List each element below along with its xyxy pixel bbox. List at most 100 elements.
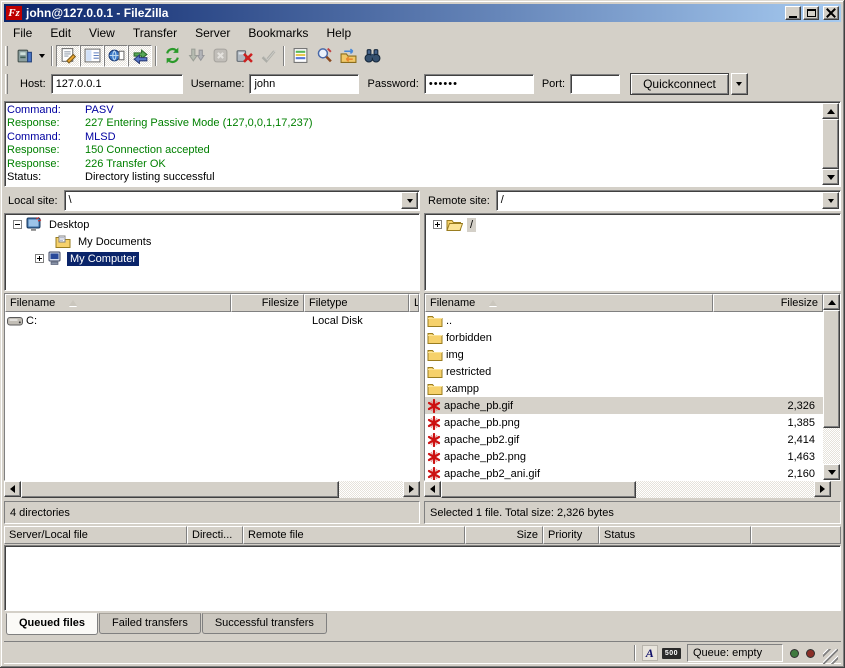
menu-file[interactable]: File (4, 24, 41, 42)
cancel-button[interactable] (208, 45, 232, 67)
column-filesize[interactable]: Filesize (231, 294, 304, 312)
column-last-modified[interactable]: L (409, 294, 419, 312)
tree-item-desktop[interactable]: Desktop (5, 216, 419, 233)
filezilla-window: Fz john@127.0.0.1 - FileZilla File Edit … (0, 0, 845, 668)
scrollbar-track[interactable] (823, 428, 840, 464)
speed-limits-icon[interactable]: 500 (662, 648, 681, 659)
scroll-right-button[interactable] (403, 481, 420, 497)
remote-hscrollbar[interactable] (424, 481, 831, 498)
refresh-button[interactable] (160, 45, 184, 67)
scroll-right-button[interactable] (814, 481, 831, 497)
remote-file-row[interactable]: apache_pb2.png 1,463 (425, 448, 823, 465)
toggle-queue-button[interactable] (128, 45, 152, 67)
disconnect-button[interactable] (232, 45, 256, 67)
scroll-left-button[interactable] (4, 481, 21, 497)
local-hscrollbar[interactable] (4, 481, 420, 498)
local-site-row: Local site: \ (4, 190, 420, 211)
host-input[interactable] (51, 74, 183, 94)
column-remote-file[interactable]: Remote file (243, 526, 465, 544)
column-priority[interactable]: Priority (543, 526, 599, 544)
column-direction[interactable]: Directi... (187, 526, 243, 544)
menu-transfer[interactable]: Transfer (124, 24, 186, 42)
password-input[interactable] (424, 74, 534, 94)
scroll-up-button[interactable] (823, 294, 840, 310)
column-filetype[interactable]: Filetype (304, 294, 409, 312)
scroll-left-button[interactable] (424, 481, 441, 497)
scrollbar-thumb[interactable] (823, 310, 840, 428)
column-status[interactable]: Status (599, 526, 751, 544)
quickconnect-button[interactable]: Quickconnect (630, 73, 729, 95)
remote-file-row[interactable]: apache_pb2.gif 2,414 (425, 431, 823, 448)
menu-server[interactable]: Server (186, 24, 239, 42)
toggle-log-button[interactable] (56, 45, 80, 67)
menu-help[interactable]: Help (317, 24, 360, 42)
local-site-dropdown[interactable] (401, 192, 418, 209)
remote-dir-row[interactable]: xampp (425, 380, 823, 397)
site-manager-dropdown[interactable] (36, 45, 48, 67)
scrollbar-thumb[interactable] (441, 481, 636, 498)
scrollbar-thumb[interactable] (21, 481, 339, 498)
queue-body[interactable] (4, 545, 841, 611)
scrollbar-track[interactable] (339, 481, 403, 498)
menu-edit[interactable]: Edit (41, 24, 80, 42)
expand-icon[interactable] (433, 220, 442, 229)
find-files-button[interactable] (360, 45, 384, 67)
column-server-local-file[interactable]: Server/Local file (4, 526, 187, 544)
remote-site-combobox[interactable]: / (496, 190, 841, 211)
tree-item-my-documents[interactable]: My Documents (5, 233, 419, 250)
scroll-up-button[interactable] (822, 103, 839, 119)
column-filename[interactable]: Filename (5, 294, 231, 312)
scroll-down-button[interactable] (822, 169, 839, 185)
resize-grip[interactable] (823, 649, 838, 664)
username-input[interactable] (249, 74, 359, 94)
remote-vscrollbar[interactable] (823, 294, 840, 480)
remote-dir-row[interactable]: img (425, 346, 823, 363)
column-filesize[interactable]: Filesize (713, 294, 823, 312)
scrollbar-thumb[interactable] (822, 119, 839, 169)
filter-button[interactable] (288, 45, 312, 67)
local-site-combobox[interactable]: \ (64, 190, 420, 211)
toolbar-separator (51, 46, 53, 66)
menu-bookmarks[interactable]: Bookmarks (239, 24, 317, 42)
collapse-icon[interactable] (13, 220, 22, 229)
expand-icon[interactable] (35, 254, 44, 263)
local-file-row[interactable]: C: Local Disk (5, 312, 419, 329)
quickconnect-grip[interactable] (5, 74, 8, 94)
remote-dir-row[interactable]: .. (425, 312, 823, 329)
title-bar[interactable]: Fz john@127.0.0.1 - FileZilla (4, 4, 841, 22)
tab-successful-transfers[interactable]: Successful transfers (202, 613, 327, 634)
synchronized-browsing-button[interactable] (336, 45, 360, 67)
quickconnect-dropdown[interactable] (731, 73, 748, 95)
scroll-down-button[interactable] (823, 464, 840, 480)
minimize-button[interactable] (785, 6, 801, 20)
menu-view[interactable]: View (80, 24, 124, 42)
remote-dir-row[interactable]: restricted (425, 363, 823, 380)
tab-queued-files[interactable]: Queued files (6, 613, 98, 635)
column-filename[interactable]: Filename (425, 294, 713, 312)
remote-file-row-selected[interactable]: apache_pb.gif 2,326 (425, 397, 823, 414)
maximize-button[interactable] (803, 6, 819, 20)
reconnect-button[interactable] (256, 45, 280, 67)
log-line: Response:227 Entering Passive Mode (127,… (7, 117, 820, 130)
port-input[interactable] (570, 74, 620, 94)
remote-dir-row[interactable]: forbidden (425, 329, 823, 346)
tree-item-my-computer[interactable]: My Computer (5, 250, 419, 267)
log-scrollbar[interactable] (822, 103, 839, 185)
site-manager-button[interactable] (12, 45, 36, 67)
transfer-type-icon[interactable]: A (642, 645, 658, 661)
tree-item-root[interactable]: / (425, 216, 840, 233)
remote-file-row[interactable]: apache_pb2_ani.gif 2,160 (425, 465, 823, 480)
close-button[interactable] (823, 6, 839, 20)
remote-file-row[interactable]: apache_pb.png 1,385 (425, 414, 823, 431)
toggle-remote-tree-button[interactable] (104, 45, 128, 67)
process-queue-button[interactable] (184, 45, 208, 67)
toolbar-grip[interactable] (5, 46, 8, 66)
column-size[interactable]: Size (465, 526, 543, 544)
toggle-local-tree-button[interactable] (80, 45, 104, 67)
remote-pane: Remote site: / / Filename Filesize .. (424, 190, 841, 524)
tab-failed-transfers[interactable]: Failed transfers (99, 613, 201, 634)
remote-site-dropdown[interactable] (822, 192, 839, 209)
directory-comparison-button[interactable] (312, 45, 336, 67)
tree-label: Desktop (46, 218, 92, 232)
scrollbar-track[interactable] (636, 481, 814, 498)
